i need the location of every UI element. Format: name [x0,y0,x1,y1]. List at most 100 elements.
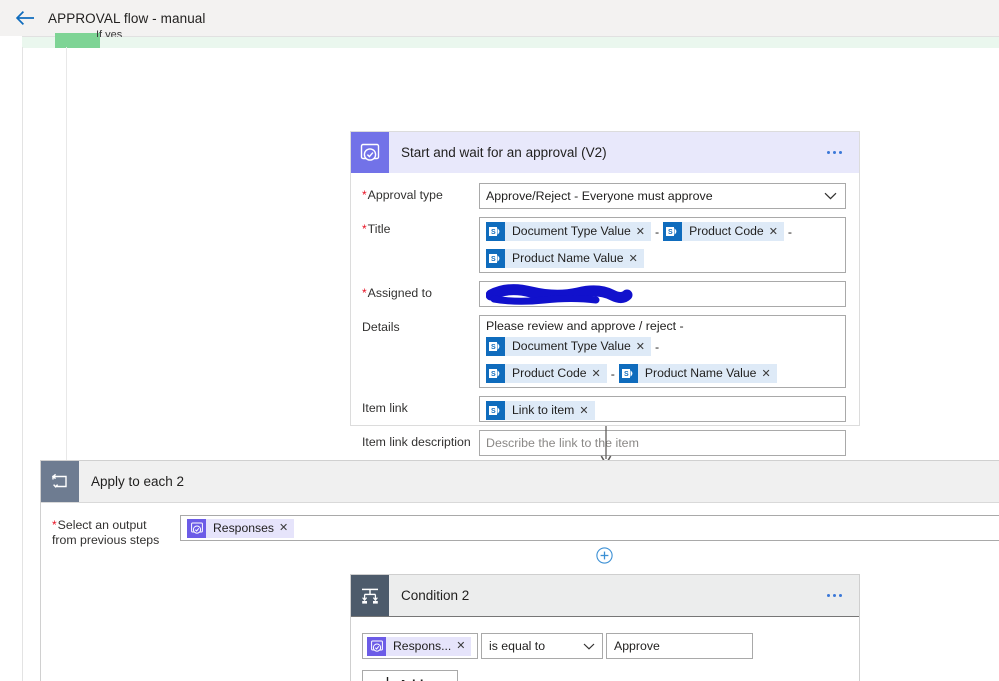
token-remove-button[interactable]: ✕ [278,517,294,539]
action-card-header[interactable]: Start and wait for an approval (V2) [351,132,859,173]
branch-yes-tab[interactable] [55,33,100,48]
token-label: Product Code [689,224,764,238]
required-indicator: * [362,286,367,300]
token-remove-button[interactable]: ✕ [628,248,644,270]
add-condition-button[interactable]: Add [362,670,458,681]
condition-expression-row: Respons... ✕ is equal to Approve [362,633,859,659]
action-title: Start and wait for an approval (V2) [401,145,607,160]
token-remove-button[interactable]: ✕ [578,400,594,422]
field-item-link: Item link S Link to item ✕ [362,396,846,422]
condition-operator-value: is equal to [489,639,546,653]
action-card-approval[interactable]: Start and wait for an approval (V2) *App… [350,131,860,483]
sharepoint-icon: S [486,401,505,420]
token-remove-button[interactable]: ✕ [455,635,471,657]
field-label: *Assigned to [362,286,432,300]
token-label: Product Name Value [644,366,757,380]
plus-circle-icon [596,547,613,564]
condition-left-operand[interactable]: Respons... ✕ [362,633,478,659]
token-remove-button[interactable]: ✕ [591,363,607,385]
token-label: Product Code [512,366,587,380]
plus-icon [381,676,394,681]
token-remove-button[interactable]: ✕ [635,221,651,243]
token-chip[interactable]: S Product Name Value ✕ [486,249,644,268]
field-select-output: *Select an output from previous steps Re… [41,515,999,548]
details-input[interactable]: Please review and approve / reject - S D… [479,315,846,388]
loop-icon [41,461,79,502]
branch-yes-label: If yes [96,29,123,37]
token-label: Responses [213,520,274,535]
token-chip[interactable]: S Link to item ✕ [486,401,595,420]
chevron-down-icon [428,677,439,681]
svg-text:S: S [491,256,496,263]
separator-text: - [610,366,615,381]
field-assigned-to: *Assigned to [362,281,846,307]
chevron-down-icon [824,189,837,203]
field-label: Item link [362,401,408,415]
scope-title: Apply to each 2 [91,474,185,489]
select-output-input[interactable]: Responses ✕ [180,515,999,541]
condition-value-input[interactable]: Approve [606,633,753,659]
condition-card-body: Respons... ✕ is equal to Approve [351,616,859,681]
assigned-to-input[interactable] [479,281,846,307]
token-label: Document Type Value [512,224,631,238]
token-remove-button[interactable]: ✕ [760,363,776,385]
ellipsis-icon[interactable] [817,592,859,600]
field-title: *Title S Document Type Value ✕ - S Produ… [362,217,846,273]
svg-text:S: S [491,229,496,236]
svg-text:S: S [624,371,629,378]
token-remove-button[interactable]: ✕ [635,336,651,358]
field-label: Details [362,320,400,334]
condition-operator-dropdown[interactable]: is equal to [481,633,603,659]
item-link-input[interactable]: S Link to item ✕ [479,396,846,422]
approval-checkmark-icon [351,132,389,173]
arrow-left-icon [15,11,34,25]
svg-text:S: S [668,229,673,236]
input-placeholder: Describe the link to the item [486,436,639,450]
required-indicator: * [362,222,367,236]
flow-designer-screen: APPROVAL flow - manual If yes Start and … [0,0,999,681]
token-chip[interactable]: S Document Type Value ✕ [486,336,652,358]
action-card-condition[interactable]: Condition 2 Respons... ✕ is equal to App… [350,574,860,681]
token-chip[interactable]: S Document Type Value ✕ [486,221,652,243]
sharepoint-icon: S [486,249,505,268]
top-command-bar: APPROVAL flow - manual [0,0,999,37]
field-label: Item link description [362,435,471,449]
token-label: Document Type Value [512,339,631,353]
insert-step-button[interactable] [596,547,613,564]
field-label: *Approval type [362,188,443,202]
redaction-scribble [486,284,839,305]
separator-text: - [787,224,793,239]
condition-branch-icon [351,575,389,616]
token-chip[interactable]: S Product Code ✕ [486,364,607,383]
separator-text: - [655,224,660,239]
approval-type-value: Approve/Reject - Everyone must approve [486,189,713,203]
scope-rail-outer [22,47,23,681]
sharepoint-icon: S [486,364,505,383]
branch-yes-strip: If yes [22,29,999,48]
approval-type-dropdown[interactable]: Approve/Reject - Everyone must approve [479,183,846,209]
token-chip[interactable]: Respons... ✕ [367,635,472,657]
back-button[interactable] [8,0,42,36]
token-remove-button[interactable]: ✕ [768,221,784,243]
item-link-description-input[interactable]: Describe the link to the item [479,430,846,456]
sharepoint-icon: S [486,222,505,241]
condition-card-header[interactable]: Condition 2 [351,575,859,616]
token-chip[interactable]: S Product Name Value ✕ [618,363,777,385]
condition-value-text: Approve [614,639,660,653]
token-chip[interactable]: Responses ✕ [187,517,295,539]
ellipsis-icon[interactable] [817,149,859,157]
approval-checkmark-icon [367,636,386,656]
title-input[interactable]: S Document Type Value ✕ - S Product Code… [479,217,846,273]
required-indicator: * [52,518,57,532]
token-label: Link to item [512,403,575,417]
field-approval-type: *Approval type Approve/Reject - Everyone… [362,183,846,209]
approval-checkmark-icon [187,518,206,538]
sharepoint-icon: S [486,337,505,356]
token-chip[interactable]: S Product Code ✕ [663,222,784,241]
sharepoint-icon: S [663,222,683,241]
field-label: *Title [362,222,391,236]
sharepoint-icon: S [618,364,638,383]
svg-text:S: S [491,408,496,415]
scope-card-header[interactable]: Apply to each 2 [41,461,999,503]
token-label: Respons... [393,638,452,653]
